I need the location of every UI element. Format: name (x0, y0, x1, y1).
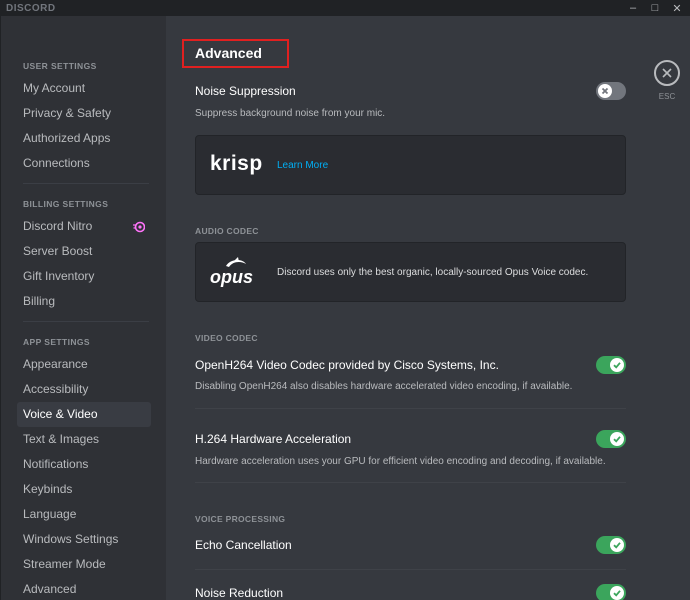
sidebar-item-windows-settings[interactable]: Windows Settings (17, 527, 151, 552)
check-icon (613, 542, 621, 549)
sidebar-item-privacy-safety[interactable]: Privacy & Safety (17, 101, 151, 126)
title-bar: DISCORD – □ ✕ (0, 0, 690, 16)
sidebar-item-discord-nitro[interactable]: Discord Nitro (17, 214, 151, 239)
x-icon (601, 87, 609, 95)
row-divider (195, 408, 626, 409)
window-controls: – □ ✕ (622, 0, 688, 16)
sidebar-item-connections[interactable]: Connections (17, 151, 151, 176)
voice-processing-label: VOICE PROCESSING (195, 514, 286, 524)
section-header-user-settings: USER SETTINGS (23, 61, 97, 71)
minimize-icon[interactable]: – (622, 0, 644, 16)
sidebar-item-billing[interactable]: Billing (17, 289, 151, 314)
esc-label: ESC (658, 92, 676, 101)
sidebar-item-advanced[interactable]: Advanced (17, 577, 151, 600)
noise-suppression-description: Suppress background noise from your mic. (195, 108, 386, 119)
section-header-app-settings: APP SETTINGS (23, 337, 90, 347)
openh264-title: OpenH264 Video Codec provided by Cisco S… (195, 358, 499, 372)
close-icon (662, 68, 672, 78)
sidebar-item-text-images[interactable]: Text & Images (17, 427, 151, 452)
maximize-icon[interactable]: □ (644, 0, 666, 16)
sidebar-item-my-account[interactable]: My Account (17, 76, 151, 101)
sidebar-item-accessibility[interactable]: Accessibility (17, 377, 151, 402)
row-divider (195, 482, 626, 483)
opus-description: Discord uses only the best organic, loca… (277, 267, 589, 278)
sidebar-item-keybinds[interactable]: Keybinds (17, 477, 151, 502)
h264-title: H.264 Hardware Acceleration (195, 432, 352, 446)
close-window-icon[interactable]: ✕ (666, 0, 688, 16)
krisp-logo: krisp (210, 152, 263, 175)
app-settings-section: APP SETTINGS Appearance Accessibility Vo… (1, 335, 166, 600)
check-icon (613, 362, 621, 369)
nitro-icon (133, 221, 145, 233)
sidebar-item-streamer-mode[interactable]: Streamer Mode (17, 552, 151, 577)
openh264-description: Disabling OpenH264 also disables hardwar… (195, 381, 573, 392)
noise-reduction-toggle[interactable] (596, 584, 626, 600)
openh264-toggle[interactable] (596, 356, 626, 374)
sidebar-item-appearance[interactable]: Appearance (17, 352, 151, 377)
sidebar-item-authorized-apps[interactable]: Authorized Apps (17, 126, 151, 151)
settings-sidebar: USER SETTINGS My Account Privacy & Safet… (0, 16, 166, 600)
opus-logo: opus (210, 267, 253, 287)
sidebar-item-gift-inventory[interactable]: Gift Inventory (17, 264, 151, 289)
app-title: DISCORD (6, 2, 56, 14)
row-divider (195, 569, 626, 570)
user-settings-section: USER SETTINGS My Account Privacy & Safet… (1, 59, 166, 176)
echo-cancellation-toggle[interactable] (596, 536, 626, 554)
close-settings-button[interactable] (654, 60, 680, 86)
krisp-card: krisp Learn More (195, 135, 626, 195)
settings-content: Advanced Noise Suppression Suppress back… (166, 16, 690, 600)
noise-reduction-title: Noise Reduction (195, 586, 284, 600)
sidebar-item-voice-video[interactable]: Voice & Video (17, 402, 151, 427)
section-header-billing-settings: BILLING SETTINGS (23, 199, 109, 209)
page-title: Advanced (182, 39, 289, 68)
noise-suppression-title: Noise Suppression (195, 84, 296, 98)
check-icon (613, 436, 621, 443)
sidebar-item-server-boost[interactable]: Server Boost (17, 239, 151, 264)
echo-cancellation-title: Echo Cancellation (195, 538, 292, 552)
sidebar-item-language[interactable]: Language (17, 502, 151, 527)
sidebar-item-notifications[interactable]: Notifications (17, 452, 151, 477)
h264-toggle[interactable] (596, 430, 626, 448)
audio-codec-label: AUDIO CODEC (195, 226, 259, 236)
sidebar-item-label: Discord Nitro (23, 219, 93, 233)
check-icon (613, 590, 621, 597)
video-codec-label: VIDEO CODEC (195, 333, 258, 343)
learn-more-link[interactable]: Learn More (277, 160, 328, 171)
billing-settings-section: BILLING SETTINGS Discord Nitro Server Bo… (1, 197, 166, 314)
noise-suppression-toggle[interactable] (596, 82, 626, 100)
h264-description: Hardware acceleration uses your GPU for … (195, 456, 606, 467)
opus-card: opus Discord uses only the best organic,… (195, 242, 626, 302)
